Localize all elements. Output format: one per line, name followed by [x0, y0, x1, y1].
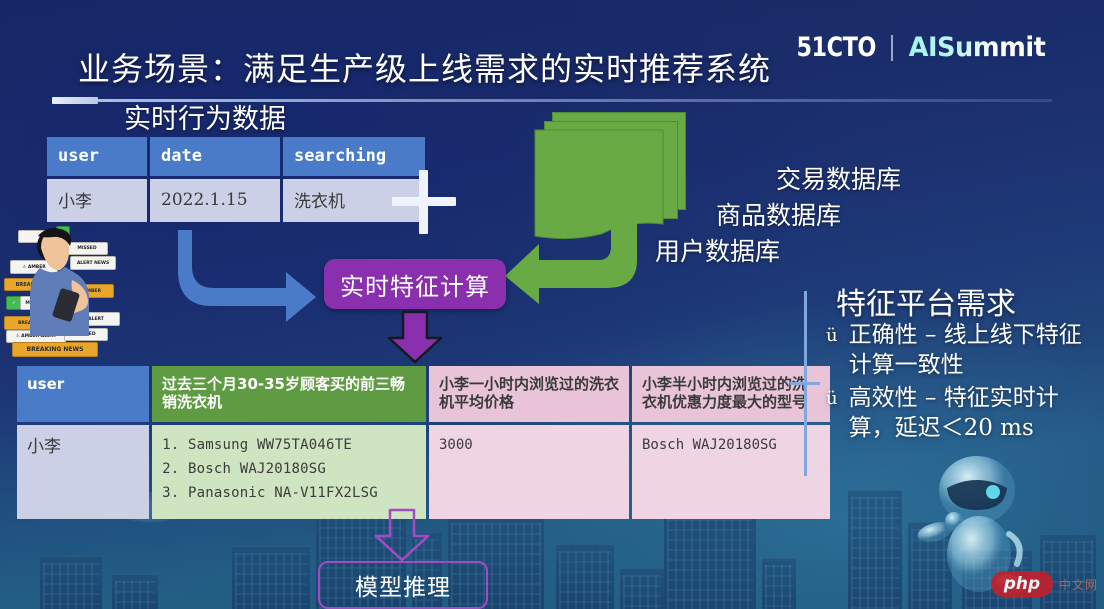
realtime-behavior-label: 实时行为数据	[124, 104, 286, 135]
table-row: 小李 Samsung WW75TA046TE Bosch WAJ20180SG …	[17, 424, 830, 519]
watermark: php 中文网	[990, 571, 1098, 597]
requirements-title: 特征平台需求	[836, 287, 1016, 322]
realtime-feature-compute-box[interactable]: 实时特征计算	[324, 259, 506, 309]
building	[620, 568, 664, 609]
person-figure-icon	[30, 228, 89, 336]
blue-flow-arrow-icon	[178, 230, 316, 322]
cell-date: 2022.1.15	[150, 179, 280, 222]
building	[232, 546, 310, 609]
purple-down-arrow-icon	[387, 310, 443, 364]
green-flow-arrow-icon	[505, 214, 637, 304]
column-header-user: user	[47, 137, 147, 176]
column-header-avg-price: 小李一小时内浏览过的洗衣机平均价格	[429, 366, 629, 422]
building	[40, 556, 102, 609]
database-label-users: 用户数据库	[655, 237, 781, 266]
model-list: Samsung WW75TA046TE Bosch WAJ20180SG Pan…	[162, 435, 416, 504]
table-header-row: user date searching	[47, 137, 425, 176]
logo-aisummit-text: AISummit	[908, 32, 1046, 63]
logo-51cto-text: 51CTO	[796, 32, 876, 63]
cell-top3-washers: Samsung WW75TA046TE Bosch WAJ20180SG Pan…	[152, 424, 426, 519]
list-item: Samsung WW75TA046TE	[188, 435, 416, 456]
check-bullet-icon: ü	[826, 387, 838, 409]
feature-output-table: user 过去三个月30-35岁顾客买的前三畅销洗衣机 小李一小时内浏览过的洗衣…	[14, 363, 833, 522]
user-behavior-illustration: BREAK ✓ ⚠ AMBER ✓ MISSED CALL BREAKING ⚠…	[4, 224, 122, 357]
table-row: 小李 2022.1.15 洗衣机	[47, 179, 425, 222]
building	[848, 490, 902, 609]
database-label-products: 商品数据库	[716, 201, 842, 230]
watermark-suffix: 中文网	[1058, 577, 1098, 592]
database-label-transactions: 交易数据库	[776, 165, 902, 194]
cell-user: 小李	[17, 424, 149, 519]
requirements-list: ü 正确性 – 线上线下特征计算一致性 ü 高效性 – 特征实时计算，延迟＜20…	[826, 320, 1094, 445]
requirement-text: 高效性 – 特征实时计算，延迟＜20 ms	[848, 384, 1059, 442]
cell-avg-price: 3000	[429, 424, 629, 519]
column-header-date: date	[150, 137, 280, 176]
list-item: ü 正确性 – 线上线下特征计算一致性	[826, 320, 1094, 381]
building	[762, 558, 796, 609]
list-item: Bosch WAJ20180SG	[188, 459, 416, 480]
building	[556, 544, 614, 609]
purple-outline-down-arrow-icon	[374, 508, 430, 562]
check-bullet-icon: ü	[826, 325, 838, 346]
slide-canvas: 业务场景：满足生产级上线需求的实时推荐系统 51CTO AISummit 实时行…	[0, 0, 1104, 609]
column-header-top3-washers: 过去三个月30-35岁顾客买的前三畅销洗衣机	[152, 366, 426, 422]
page-title: 业务场景：满足生产级上线需求的实时推荐系统	[78, 50, 772, 88]
list-item: ü 高效性 – 特征实时计算，延迟＜20 ms	[826, 383, 1094, 444]
behavior-data-table: user date searching 小李 2022.1.15 洗衣机	[44, 134, 428, 225]
list-item: Panasonic NA-V11FX2LSG	[188, 483, 416, 504]
notification-card: BREAKING NEWS	[12, 342, 98, 357]
brand-logo: 51CTO AISummit	[793, 32, 1049, 63]
table-header-row: user 过去三个月30-35岁顾客买的前三畅销洗衣机 小李一小时内浏览过的洗衣…	[17, 366, 830, 422]
logo-divider	[890, 34, 893, 61]
plus-icon	[392, 170, 456, 234]
model-inference-box[interactable]: 模型推理	[318, 561, 488, 609]
column-header-user: user	[17, 366, 149, 422]
requirements-bracket	[790, 291, 820, 476]
requirement-text: 正确性 – 线上线下特征计算一致性	[848, 322, 1082, 379]
watermark-badge: php	[990, 571, 1053, 597]
building	[112, 574, 158, 609]
cell-user: 小李	[47, 179, 147, 222]
